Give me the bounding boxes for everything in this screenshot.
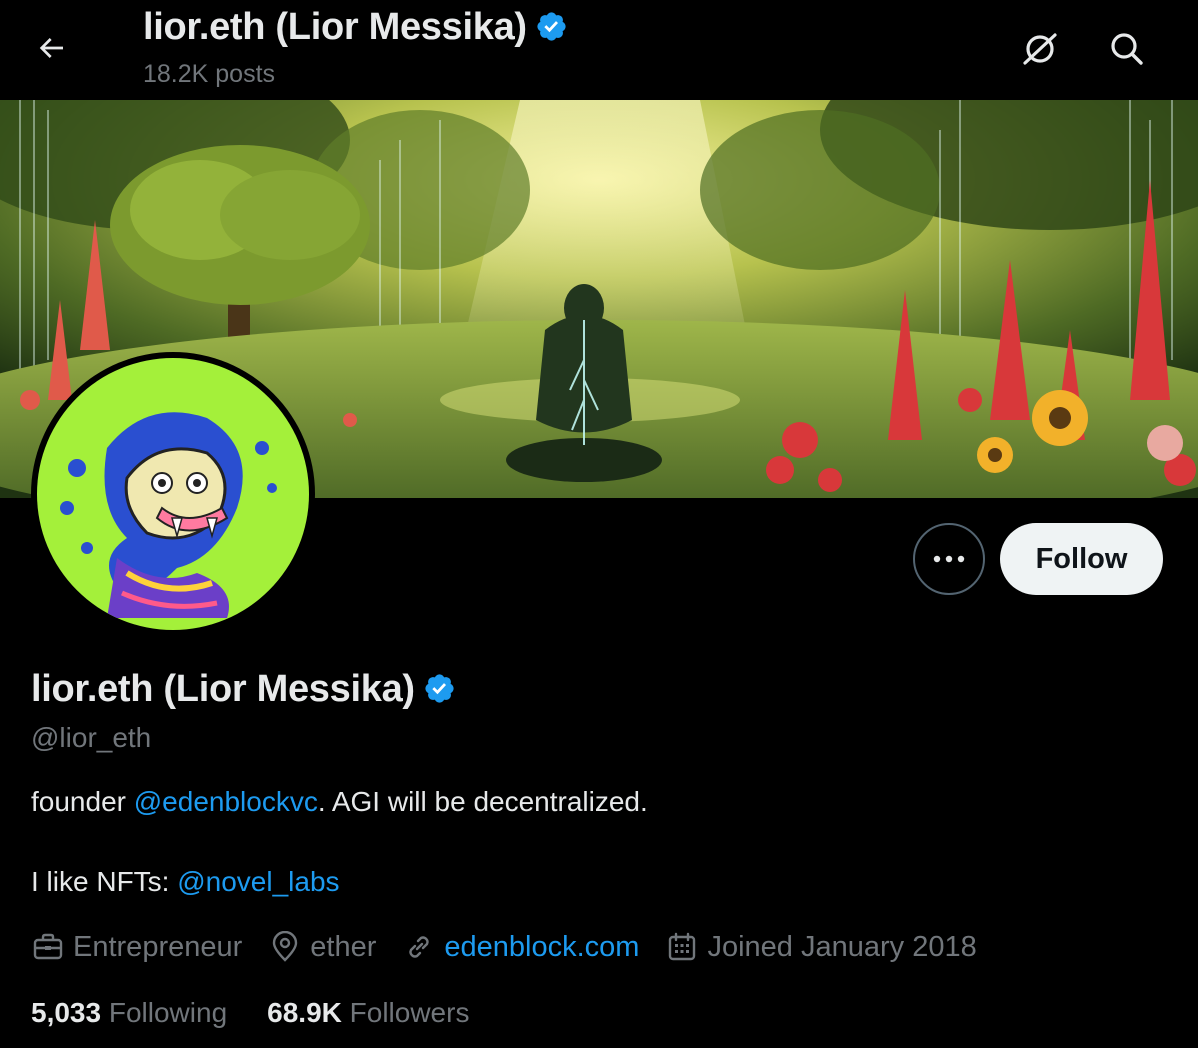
- meta-location: ether: [268, 930, 376, 964]
- profile-name-row: lior.eth (Lior Messika): [31, 668, 459, 711]
- follow-button[interactable]: Follow: [1000, 523, 1163, 595]
- meta-profession: Entrepreneur: [31, 930, 242, 964]
- profile-display-name: lior.eth (Lior Messika): [31, 668, 415, 710]
- bio-line-1: founder @edenblockvc. AGI will be decent…: [31, 786, 648, 818]
- bio-text: I like NFTs:: [31, 866, 178, 897]
- briefcase-icon: [31, 930, 65, 964]
- location-pin-icon: [268, 930, 302, 964]
- search-button[interactable]: [1104, 26, 1150, 72]
- meta-website[interactable]: edenblock.com: [402, 930, 639, 964]
- bio-line-2: I like NFTs: @novel_labs: [31, 866, 340, 898]
- profile-handle: @lior_eth: [31, 722, 152, 753]
- follow-stats-row: 5,033 Following 68.9K Followers: [31, 997, 509, 1029]
- joined-text: Joined January 2018: [707, 930, 977, 963]
- followers-count: 68.9K: [267, 997, 342, 1028]
- meta-joined: Joined January 2018: [665, 930, 977, 964]
- grok-icon: [1023, 33, 1057, 65]
- followers-stat[interactable]: 68.9K Followers: [267, 997, 469, 1029]
- verified-badge-icon[interactable]: [423, 672, 459, 708]
- search-icon: [1111, 33, 1143, 65]
- verified-badge-icon: [537, 11, 566, 41]
- grok-button[interactable]: [1017, 26, 1063, 72]
- following-count: 5,033: [31, 997, 102, 1028]
- bio-text: . AGI will be decentralized.: [317, 786, 648, 817]
- bio-mention-edenblockvc[interactable]: @edenblockvc: [134, 786, 318, 817]
- followers-label: Followers: [349, 997, 470, 1028]
- following-stat[interactable]: 5,033 Following: [31, 997, 227, 1029]
- header-title: lior.eth (Lior Messika): [143, 6, 527, 48]
- ape-nft-artwork: [37, 358, 309, 630]
- bio-mention-novel-labs[interactable]: @novel_labs: [177, 866, 339, 897]
- arrow-left-icon: [39, 38, 63, 58]
- header-title-row: lior.eth (Lior Messika): [143, 6, 571, 49]
- more-options-button[interactable]: [913, 523, 985, 595]
- top-header-bar: lior.eth (Lior Messika) 18.2K posts: [0, 0, 1198, 100]
- more-horizontal-icon: [933, 555, 965, 563]
- link-icon: [402, 930, 436, 964]
- header-post-count: 18.2K posts: [143, 60, 276, 88]
- avatar-image: [37, 358, 309, 630]
- location-text: ether: [310, 930, 377, 963]
- website-link[interactable]: edenblock.com: [444, 931, 639, 964]
- calendar-icon: [665, 930, 699, 964]
- profile-meta-row: Entrepreneur ether edenblock.com Joined …: [31, 930, 1003, 964]
- following-label: Following: [108, 997, 228, 1028]
- profession-text: Entrepreneur: [73, 930, 243, 963]
- profile-avatar[interactable]: [31, 352, 315, 636]
- bio-text: founder: [31, 786, 134, 817]
- back-button[interactable]: [28, 28, 74, 68]
